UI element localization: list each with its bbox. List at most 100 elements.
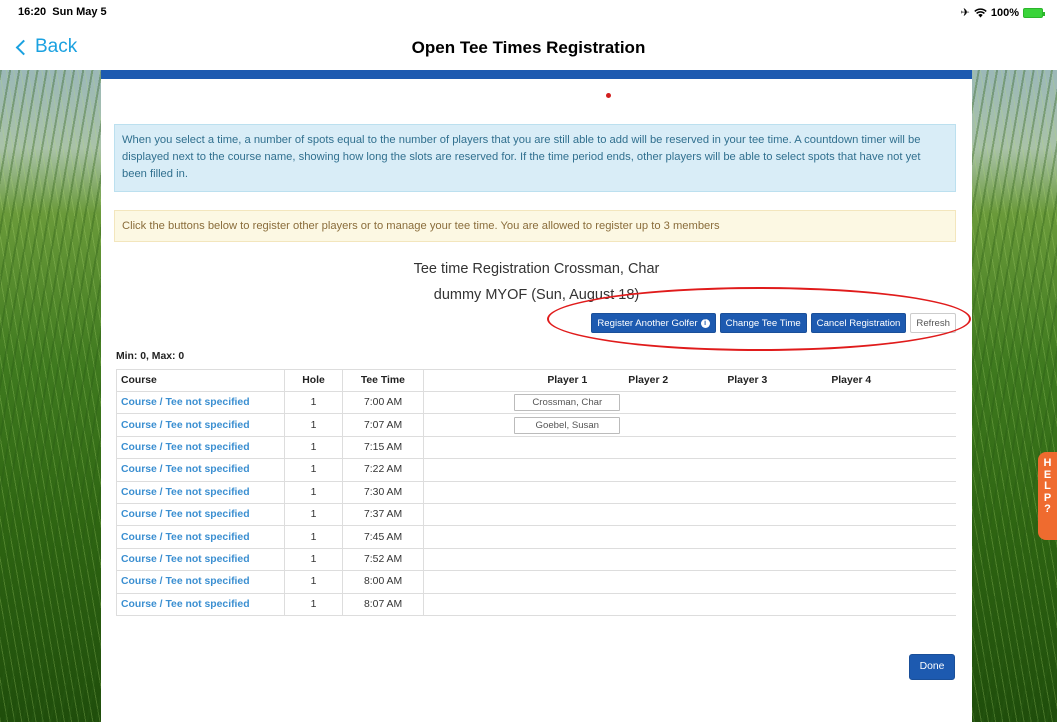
hole-cell: 1 (284, 525, 343, 549)
table-row: Course / Tee not specified 1 7:52 AM (115, 547, 956, 572)
action-buttons: Register Another Golfer i Change Tee Tim… (591, 313, 956, 333)
header-tee-time: Tee Time (341, 369, 425, 392)
course-link[interactable]: Course / Tee not specified (115, 570, 286, 594)
player-2-cell (624, 480, 724, 504)
red-dot-marker (606, 93, 611, 98)
header-player-4: Player 4 (827, 369, 956, 392)
tee-time-cell: 8:07 AM (341, 592, 425, 616)
player-4-cell (827, 390, 956, 415)
help-question-icon: ? (1044, 503, 1051, 515)
player-2-cell (624, 547, 724, 572)
player-4-cell (827, 458, 956, 482)
player-4-cell (827, 570, 956, 594)
course-link[interactable]: Course / Tee not specified (115, 592, 286, 616)
tee-time-cell: 8:00 AM (341, 570, 425, 594)
player-1-cell: Goebel, Susan (423, 413, 625, 437)
player-2-cell (624, 502, 724, 527)
hole-cell: 1 (284, 480, 343, 504)
player-3-cell (723, 390, 828, 415)
hole-cell: 1 (284, 547, 343, 572)
help-tab[interactable]: H E L P ? (1038, 452, 1057, 540)
tee-time-cell: 7:07 AM (341, 413, 425, 437)
tee-time-cell: 7:52 AM (341, 547, 425, 572)
help-letter: H (1043, 457, 1052, 469)
refresh-button[interactable]: Refresh (910, 313, 956, 333)
player-1-cell (423, 547, 625, 572)
player-2-cell (624, 435, 724, 460)
cancel-registration-button[interactable]: Cancel Registration (810, 313, 907, 333)
registration-title: Tee time Registration Crossman, Char (413, 261, 660, 277)
tee-time-cell: 7:45 AM (341, 525, 425, 549)
player-2-cell (624, 413, 724, 437)
player-1-cell: Crossman, Char (423, 390, 625, 415)
course-link[interactable]: Course / Tee not specified (115, 547, 286, 572)
status-icons: ✈ 100% (961, 6, 1045, 19)
hole-cell: 1 (284, 502, 343, 527)
hole-cell: 1 (284, 413, 343, 437)
player-2-cell (624, 458, 724, 482)
player-4-cell (827, 413, 956, 437)
tee-time-cell: 7:15 AM (341, 435, 425, 460)
course-link[interactable]: Course / Tee not specified (115, 435, 286, 460)
table-row: Course / Tee not specified 1 7:30 AM (115, 480, 956, 504)
registration-subtitle: dummy MYOF (Sun, August 18) (433, 287, 640, 303)
player-3-cell (723, 502, 828, 527)
tee-time-cell: 7:30 AM (341, 480, 425, 504)
hole-cell: 1 (284, 390, 343, 415)
hole-cell: 1 (284, 592, 343, 616)
header-player-3: Player 3 (723, 369, 828, 392)
player-1-cell (423, 570, 625, 594)
tee-times-table: Course Hole Tee Time Player 1 Player 2 P… (115, 369, 956, 616)
course-link[interactable]: Course / Tee not specified (115, 525, 286, 549)
player-2-cell (624, 525, 724, 549)
status-bar: 16:20 Sun May 5 ✈ 100% (0, 0, 1057, 30)
player-3-cell (723, 435, 828, 460)
player-4-cell (827, 592, 956, 616)
header-hole: Hole (284, 369, 343, 392)
player-2-cell (624, 570, 724, 594)
player-1-cell (423, 502, 625, 527)
hole-cell: 1 (284, 458, 343, 482)
player-3-cell (723, 570, 828, 594)
player-3-cell (723, 547, 828, 572)
table-header-row: Course Hole Tee Time Player 1 Player 2 P… (115, 369, 956, 392)
course-link[interactable]: Course / Tee not specified (115, 458, 286, 482)
player-slot[interactable]: Crossman, Char (514, 394, 621, 412)
table-row: Course / Tee not specified 1 7:07 AM Goebel… (115, 413, 956, 437)
register-another-golfer-button[interactable]: Register Another Golfer i (591, 313, 716, 333)
done-button[interactable]: Done (909, 654, 955, 680)
hole-cell: 1 (284, 435, 343, 460)
player-4-cell (827, 480, 956, 504)
change-tee-time-button[interactable]: Change Tee Time (719, 313, 807, 333)
battery-percent: 100% (990, 6, 1019, 19)
player-3-cell (723, 480, 828, 504)
player-1-cell (423, 480, 625, 504)
hole-cell: 1 (284, 570, 343, 594)
player-2-cell (624, 390, 724, 415)
player-3-cell (723, 525, 828, 549)
table-row: Course / Tee not specified 1 7:45 AM (115, 525, 956, 549)
course-link[interactable]: Course / Tee not specified (115, 480, 286, 504)
battery-icon (1023, 7, 1045, 18)
player-slot[interactable]: Goebel, Susan (514, 416, 621, 434)
tee-time-cell: 7:22 AM (341, 458, 425, 482)
course-link[interactable]: Course / Tee not specified (115, 390, 286, 415)
wifi-icon (974, 7, 987, 17)
status-time: 16:20 Sun May 5 (18, 6, 107, 18)
player-1-cell (423, 592, 625, 616)
player-1-cell (423, 525, 625, 549)
header-course: Course (115, 369, 286, 392)
table-row: Course / Tee not specified 1 7:37 AM (115, 502, 956, 527)
register-another-label: Register Another Golfer (597, 317, 698, 329)
player-4-cell (827, 525, 956, 549)
page-title: Open Tee Times Registration (411, 38, 646, 57)
course-link[interactable]: Course / Tee not specified (115, 502, 286, 527)
min-max-label: Min: 0, Max: 0 (116, 351, 185, 362)
player-4-cell (827, 435, 956, 460)
info-icon: i (700, 318, 710, 328)
tee-time-cell: 7:37 AM (341, 502, 425, 527)
help-letter: L (1044, 480, 1051, 492)
table-row: Course / Tee not specified 1 7:15 AM (115, 435, 956, 460)
course-link[interactable]: Course / Tee not specified (115, 413, 286, 437)
header-player-2: Player 2 (624, 369, 724, 392)
